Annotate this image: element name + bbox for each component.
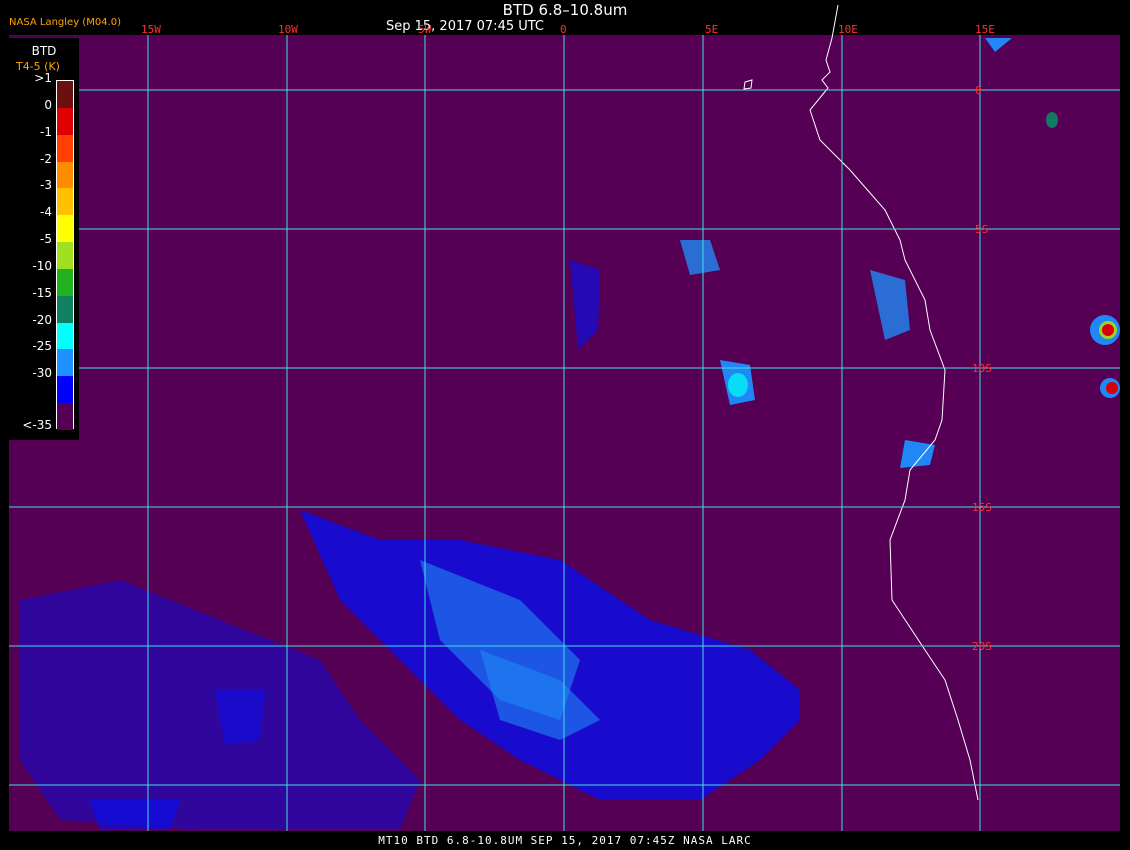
legend-swatch xyxy=(57,322,73,350)
legend-swatch xyxy=(57,215,73,243)
satellite-map xyxy=(0,0,1130,850)
credit-label: NASA Langley (M04.0) xyxy=(9,17,121,28)
footer-caption: MT10 BTD 6.8-10.8UM SEP 15, 2017 07:45Z … xyxy=(0,832,1130,850)
legend-swatch xyxy=(57,349,73,377)
lon-label-0: 0 xyxy=(560,23,567,36)
legend-colorbar xyxy=(56,80,74,430)
legend-label: -20 xyxy=(32,312,52,327)
legend-swatch xyxy=(57,81,73,108)
legend-swatch xyxy=(57,242,73,269)
lon-label-5w: 5W xyxy=(418,23,432,36)
product-title: BTD 6.8–10.8um xyxy=(502,1,628,19)
legend-label: -25 xyxy=(32,339,52,354)
legend-swatch xyxy=(57,134,73,162)
legend-swatch xyxy=(57,268,73,296)
lat-label-0: 0 xyxy=(975,84,982,97)
lon-label-5e: 5E xyxy=(705,23,719,36)
legend-label: -4 xyxy=(40,205,52,220)
color-legend: BTD T4-5 (K) >1 0 -1 -2 -3 -4 -5 -10 -15 -20 -25 -3… xyxy=(9,38,79,440)
legend-swatch xyxy=(57,403,73,430)
legend-label: -5 xyxy=(40,232,52,247)
lat-label-20s: 20S xyxy=(972,640,992,653)
legend-swatch xyxy=(57,376,73,404)
lat-label-15s: 15S xyxy=(972,501,992,514)
lon-label-10e: 10E xyxy=(838,23,858,36)
legend-label: <-35 xyxy=(22,418,52,432)
legend-label: -3 xyxy=(40,178,52,193)
lat-label-10s: 10S xyxy=(972,362,992,375)
lat-label-5s: 5S xyxy=(975,223,989,236)
lon-label-15w: 15W xyxy=(141,23,161,36)
legend-label: -10 xyxy=(32,258,52,273)
lon-label-15e: 15E xyxy=(975,23,995,36)
legend-label: -30 xyxy=(32,366,52,381)
legend-label: >1 xyxy=(34,71,52,85)
legend-label: 0 xyxy=(44,97,52,112)
legend-title: BTD xyxy=(31,44,57,58)
legend-swatch xyxy=(57,161,73,189)
legend-swatch xyxy=(57,107,73,135)
legend-swatch xyxy=(57,295,73,323)
legend-label: -1 xyxy=(40,124,52,139)
legend-label: -2 xyxy=(40,151,52,166)
legend-swatch xyxy=(57,188,73,216)
lon-label-10w: 10W xyxy=(278,23,298,36)
legend-label: -15 xyxy=(32,285,52,300)
